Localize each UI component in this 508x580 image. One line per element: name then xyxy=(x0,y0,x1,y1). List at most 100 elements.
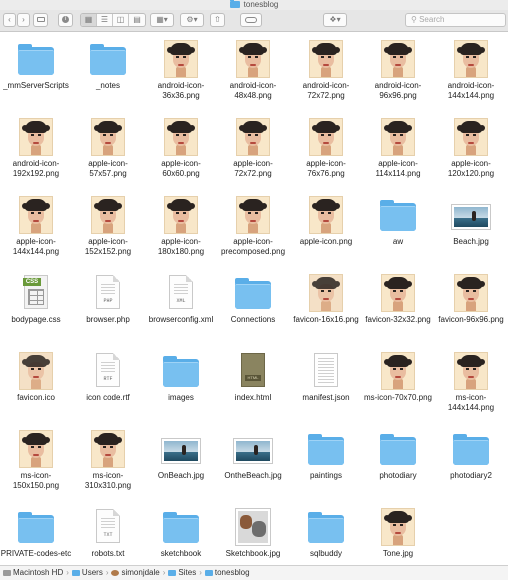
file-name-label: android-icon-192x192.png xyxy=(12,159,60,178)
path-crumb[interactable]: Users xyxy=(71,566,103,580)
path-separator: › xyxy=(199,568,202,577)
file-item[interactable]: android-icon-96x96.png xyxy=(362,39,434,101)
file-item[interactable]: favicon-16x16.png xyxy=(290,273,362,325)
file-item[interactable]: TXT robots.txt xyxy=(72,507,144,559)
search-field[interactable]: ⚲ Search xyxy=(405,13,506,27)
file-name-label: android-icon-48x48.png xyxy=(229,81,277,100)
file-item[interactable]: PRIVATE-codes-etc xyxy=(0,507,72,559)
file-icon-wrapper xyxy=(306,39,346,79)
file-item[interactable]: apple-icon-precomposed.png xyxy=(217,195,289,257)
file-item[interactable]: android-icon-72x72.png xyxy=(290,39,362,101)
forward-button[interactable]: › xyxy=(17,13,30,27)
folder-icon xyxy=(71,570,80,576)
path-crumb[interactable]: tonesblog xyxy=(204,566,250,580)
info-button[interactable]: i xyxy=(58,13,73,27)
path-crumb-label: Sites xyxy=(178,568,197,577)
file-item[interactable]: CSS bodypage.css xyxy=(0,273,72,325)
file-name-label: icon code.rtf xyxy=(86,393,130,402)
file-item[interactable]: android-icon-36x36.png xyxy=(145,39,217,101)
icon-view-button[interactable]: ▦ xyxy=(81,14,97,26)
file-item[interactable]: sqlbuddy xyxy=(290,507,362,559)
file-item[interactable]: android-icon-192x192.png xyxy=(0,117,72,179)
file-item[interactable]: RTF icon code.rtf xyxy=(72,351,144,403)
file-item[interactable]: PHP browser.php xyxy=(72,273,144,325)
file-name-label: android-icon-144x144.png xyxy=(447,81,495,100)
file-item[interactable]: images xyxy=(145,351,217,403)
file-item[interactable]: photodiary2 xyxy=(435,429,507,481)
file-icon-wrapper xyxy=(306,195,346,235)
file-name-label: apple-icon-60x60.png xyxy=(161,159,201,178)
file-item[interactable]: apple-icon-180x180.png xyxy=(145,195,217,257)
back-button[interactable]: ‹ xyxy=(3,13,16,27)
file-icon-wrapper: TXT xyxy=(88,507,128,547)
share-button[interactable]: ⇧ xyxy=(210,13,225,27)
file-item[interactable]: favicon-96x96.png xyxy=(435,273,507,325)
file-item[interactable]: apple-icon-120x120.png xyxy=(435,117,507,179)
column-view-button[interactable]: ◫ xyxy=(113,14,129,26)
file-icon-wrapper xyxy=(451,273,491,313)
file-name-label: android-icon-96x96.png xyxy=(374,81,422,100)
file-item[interactable]: XML browserconfig.xml xyxy=(145,273,217,325)
file-item[interactable]: OnBeach.jpg xyxy=(145,429,217,481)
file-item[interactable]: Sketchbook.jpg xyxy=(217,507,289,559)
file-item[interactable]: aw xyxy=(362,195,434,247)
file-item[interactable]: apple-icon-152x152.png xyxy=(72,195,144,257)
arrange-button[interactable]: ▦▾ xyxy=(150,13,174,27)
file-icon-wrapper xyxy=(88,195,128,235)
file-item[interactable]: OntheBeach.jpg xyxy=(217,429,289,481)
file-item[interactable]: ms-icon-310x310.png xyxy=(72,429,144,491)
file-extension-label: PHP xyxy=(103,298,113,304)
file-name-label: photodiary xyxy=(379,471,417,480)
file-icon-wrapper xyxy=(233,195,273,235)
file-icon-wrapper: CSS xyxy=(16,273,56,313)
file-extension-label: RTF xyxy=(103,376,113,382)
file-item[interactable]: android-icon-144x144.png xyxy=(435,39,507,101)
file-item[interactable]: apple-icon-57x57.png xyxy=(72,117,144,179)
file-item[interactable]: Beach.jpg xyxy=(435,195,507,247)
dropbox-button[interactable]: ❖▾ xyxy=(323,13,347,27)
file-name-label: _notes xyxy=(95,81,121,90)
file-item[interactable]: ms-icon-70x70.png xyxy=(362,351,434,403)
window-title: tonesblog xyxy=(0,0,508,10)
tags-button[interactable] xyxy=(240,13,262,27)
file-item[interactable]: manifest.json xyxy=(290,351,362,403)
list-view-button[interactable]: ☰ xyxy=(97,14,113,26)
file-item[interactable]: _mmServerScripts xyxy=(0,39,72,91)
file-item[interactable]: apple-icon-60x60.png xyxy=(145,117,217,179)
file-item[interactable]: paintings xyxy=(290,429,362,481)
file-item[interactable]: _notes xyxy=(72,39,144,91)
path-crumb[interactable]: Sites xyxy=(168,566,196,580)
file-item[interactable]: apple-icon-76x76.png xyxy=(290,117,362,179)
file-item[interactable]: ms-icon-144x144.png xyxy=(435,351,507,413)
file-item[interactable]: apple-icon.png xyxy=(290,195,362,247)
new-folder-button[interactable] xyxy=(33,13,48,27)
file-name-label: ms-icon-70x70.png xyxy=(363,393,433,402)
file-icon-wrapper xyxy=(16,351,56,391)
file-item[interactable]: photodiary xyxy=(362,429,434,481)
file-item[interactable]: Tone.jpg xyxy=(362,507,434,559)
path-separator: › xyxy=(162,568,166,577)
file-item[interactable]: HTML index.html xyxy=(217,351,289,403)
file-item[interactable]: ms-icon-150x150.png xyxy=(0,429,72,491)
file-name-label: apple-icon-72x72.png xyxy=(233,159,273,178)
file-name-label: favicon-96x96.png xyxy=(438,315,504,324)
folder-icon xyxy=(204,570,213,576)
path-crumb[interactable]: simonjdale xyxy=(111,566,160,580)
action-gear-button[interactable]: ⚙▾ xyxy=(180,13,204,27)
file-item[interactable]: favicon-32x32.png xyxy=(362,273,434,325)
path-crumb[interactable]: Macintosh HD xyxy=(3,566,63,580)
file-icon-wrapper xyxy=(88,117,128,157)
file-item[interactable]: apple-icon-114x114.png xyxy=(362,117,434,179)
file-item[interactable]: apple-icon-72x72.png xyxy=(217,117,289,179)
path-crumb-label: Users xyxy=(81,568,103,577)
file-item[interactable]: apple-icon-144x144.png xyxy=(0,195,72,257)
file-item[interactable]: favicon.ico xyxy=(0,351,72,403)
file-item[interactable]: android-icon-48x48.png xyxy=(217,39,289,101)
file-item[interactable]: sketchbook xyxy=(145,507,217,559)
cover-flow-button[interactable]: ▤ xyxy=(129,14,145,26)
file-name-label: aw xyxy=(392,237,404,246)
file-item[interactable]: Connections xyxy=(217,273,289,325)
file-extension-label: XML xyxy=(176,298,186,304)
file-grid: _mmServerScripts _notes android-icon-36x36… xyxy=(0,33,508,565)
file-icon-wrapper xyxy=(161,507,201,547)
